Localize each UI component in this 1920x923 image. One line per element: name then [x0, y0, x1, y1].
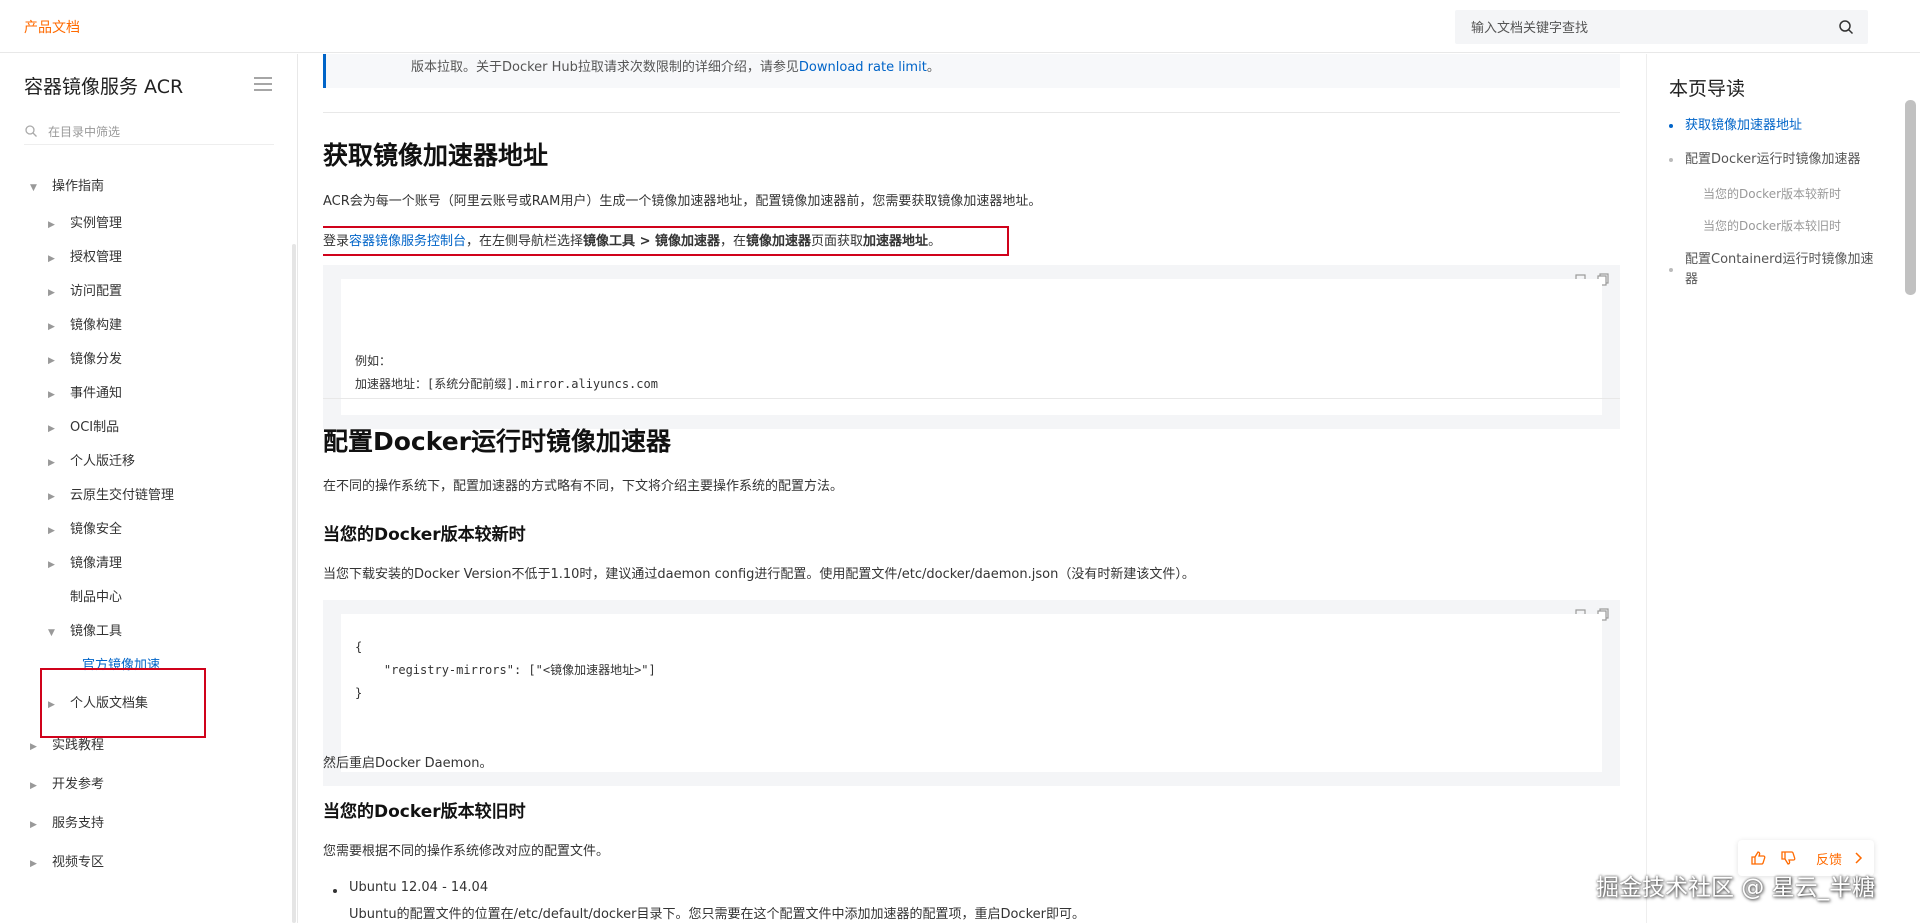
caret-right-icon: ▶	[48, 492, 55, 502]
nav-item-image-tools[interactable]: ▼ 镜像工具	[48, 620, 122, 639]
doc-search-input[interactable]	[1469, 10, 1833, 46]
code-line: 加速器地址：[系统分配前缀].mirror.aliyuncs.com	[355, 377, 658, 391]
search-icon[interactable]	[1838, 19, 1854, 35]
caret-right-icon: ▶	[48, 220, 55, 230]
code-line: {	[355, 640, 363, 654]
list-item-ubuntu-desc: Ubuntu的配置文件的位置在/etc/default/docker目录下。您只…	[349, 907, 1085, 922]
divider	[323, 112, 1620, 113]
toc-item-docker-older[interactable]: 当您的Docker版本较旧时	[1703, 216, 1913, 236]
subsection-title-newer: 当您的Docker版本较新时	[323, 525, 526, 545]
toc-item-containerd[interactable]: 配置Containerd运行时镜像加速器	[1669, 250, 1879, 290]
caret-right-icon: ▶	[48, 526, 55, 536]
nav-item-instance-management[interactable]: ▶ 实例管理	[48, 212, 122, 231]
divider	[323, 398, 1620, 399]
caret-right-icon: ▶	[48, 390, 55, 400]
section1-intro: ACR会为每一个账号（阿里云账号或RAM用户）生成一个镜像加速器地址，配置镜像加…	[323, 194, 1042, 209]
nav-item-artifact-center[interactable]: 制品中心	[48, 586, 122, 605]
nav-item-authorization[interactable]: ▶ 授权管理	[48, 246, 122, 265]
code-block-daemon-json: { "registry-mirrors": ["<镜像加速器地址>"] }	[323, 600, 1620, 786]
nav-item-video-zone[interactable]: ▶ 视频专区	[30, 851, 104, 870]
section-title-docker-runtime: 配置Docker运行时镜像加速器	[323, 427, 671, 456]
caret-right-icon: ▶	[30, 859, 37, 869]
nav-item-image-security[interactable]: ▶ 镜像安全	[48, 518, 122, 537]
restart-text: 然后重启Docker Daemon。	[323, 756, 493, 771]
feedback-button[interactable]: 反馈	[1816, 849, 1842, 868]
caret-right-icon: ▶	[48, 254, 55, 264]
caret-right-icon: ▶	[48, 560, 55, 570]
section-title-get-accelerator: 获取镜像加速器地址	[323, 141, 549, 170]
nav-item-delivery-chain[interactable]: ▶ 云原生交付链管理	[48, 484, 174, 503]
caret-right-icon: ▶	[48, 322, 55, 332]
caret-right-icon: ▶	[48, 458, 55, 468]
chevron-right-icon[interactable]	[1850, 850, 1866, 866]
toc-item-docker-runtime[interactable]: 配置Docker运行时镜像加速器	[1669, 150, 1879, 170]
doc-content: 版本拉取。关于Docker Hub拉取请求次数限制的详细介绍，请参见Downlo…	[323, 54, 1623, 923]
caret-down-icon: ▼	[30, 183, 37, 193]
code-line: "registry-mirrors": ["<镜像加速器地址>"]	[355, 663, 656, 677]
subsection2-text: 您需要根据不同的操作系统修改对应的配置文件。	[323, 844, 610, 859]
sidebar-filter[interactable]	[24, 120, 274, 145]
top-bar: 产品文档	[0, 0, 1920, 53]
product-docs-link[interactable]: 产品文档	[24, 17, 80, 37]
code-block-accelerator-example: 例如： 加速器地址：[系统分配前缀].mirror.aliyuncs.com	[323, 265, 1620, 429]
doc-search-box[interactable]	[1455, 10, 1868, 46]
nav-item-event-notification[interactable]: ▶ 事件通知	[48, 382, 122, 401]
sidebar-title: 容器镜像服务 ACR	[24, 76, 184, 98]
caret-right-icon: ▶	[30, 742, 37, 752]
toc-item-docker-newer[interactable]: 当您的Docker版本较新时	[1703, 184, 1913, 204]
caret-right-icon: ▶	[48, 288, 55, 298]
caret-right-icon: ▶	[30, 820, 37, 830]
nav-item-image-distribution[interactable]: ▶ 镜像分发	[48, 348, 122, 367]
toc-item-get-accelerator[interactable]: 获取镜像加速器地址	[1669, 116, 1879, 136]
nav-item-oci-artifacts[interactable]: ▶ OCI制品	[48, 416, 119, 435]
nav-item-operation-guide[interactable]: ▼ 操作指南	[30, 175, 104, 194]
nav-item-dev-reference[interactable]: ▶ 开发参考	[30, 773, 104, 792]
subsection-title-older: 当您的Docker版本较旧时	[323, 802, 526, 822]
nav-item-access-config[interactable]: ▶ 访问配置	[48, 280, 122, 299]
download-rate-limit-link[interactable]: Download rate limit	[799, 60, 927, 75]
code-line: 例如：	[355, 354, 392, 368]
caret-right-icon: ▶	[48, 424, 55, 434]
code-line: }	[355, 686, 363, 700]
thumbs-down-icon[interactable]	[1780, 850, 1796, 866]
caret-right-icon: ▶	[30, 781, 37, 791]
thumbs-up-icon[interactable]	[1750, 850, 1766, 866]
watermark-text: 掘金技术社区 @ 星云_半糖	[1596, 875, 1876, 901]
caret-right-icon: ▶	[48, 356, 55, 366]
nav-item-image-build[interactable]: ▶ 镜像构建	[48, 314, 122, 333]
note-text: 版本拉取。关于Docker Hub拉取请求次数限制的详细介绍，请参见	[411, 60, 799, 75]
toc-title: 本页导读	[1669, 78, 1746, 100]
caret-down-icon: ▼	[48, 628, 55, 638]
highlight-box-image-tools	[40, 668, 206, 738]
nav-item-personal-migration[interactable]: ▶ 个人版迁移	[48, 450, 135, 469]
list-item-ubuntu: Ubuntu 12.04 - 14.04	[349, 880, 489, 895]
sidebar-filter-input[interactable]	[46, 120, 270, 144]
section2-intro: 在不同的操作系统下，配置加速器的方式略有不同，下文将介绍主要操作系统的配置方法。	[323, 479, 844, 494]
hamburger-menu-icon[interactable]	[254, 76, 272, 92]
nav-item-image-cleanup[interactable]: ▶ 镜像清理	[48, 552, 122, 571]
sidebar-scrollbar[interactable]	[292, 244, 296, 923]
highlight-box-step	[323, 226, 1009, 256]
page-toc: 本页导读 获取镜像加速器地址 配置Docker运行时镜像加速器 当您的Docke…	[1646, 54, 1897, 923]
subsection1-text: 当您下载安装的Docker Version不低于1.10时，建议通过daemon…	[323, 567, 1195, 582]
list-bullet	[333, 889, 337, 893]
doc-sidebar: 容器镜像服务 ACR ▼操作指南 ▶实例管理 ▶授权管理 ▶访问配置 ▶镜像构建…	[0, 54, 298, 923]
search-icon	[25, 125, 37, 137]
info-note: 版本拉取。关于Docker Hub拉取请求次数限制的详细介绍，请参见Downlo…	[323, 54, 1620, 88]
nav-item-service-support[interactable]: ▶ 服务支持	[30, 812, 104, 831]
page-scrollbar[interactable]	[1905, 100, 1916, 295]
